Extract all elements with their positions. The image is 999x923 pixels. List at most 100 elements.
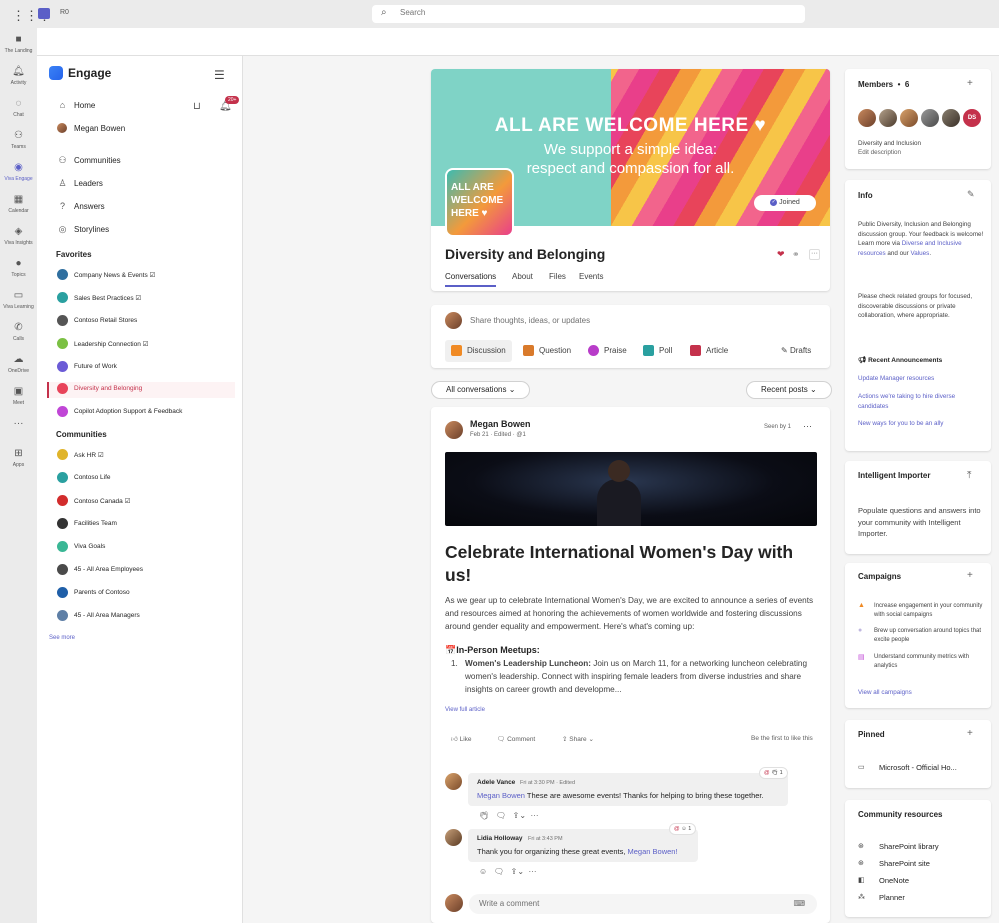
nav-leaders[interactable]: ♙ Leaders [49,177,235,193]
tab-conversations[interactable]: Conversations [445,272,497,287]
more-options-icon[interactable]: ··· [803,421,812,431]
rail-item-topics[interactable]: ● Topics [0,258,37,278]
reply-icon[interactable]: 🗨︎ [496,811,506,820]
pinned-item[interactable]: ▭ Microsoft - Official Ho... [858,763,986,773]
avatar[interactable] [858,109,876,127]
values-link[interactable]: Values [911,250,930,257]
nav-storylines[interactable]: ◎ Storylines [49,223,235,239]
joined-button[interactable]: ✓ Joined [754,195,816,211]
announcement-link[interactable]: Actions we're taking to hire diverse can… [858,392,986,411]
composer-input[interactable]: Share thoughts, ideas, or updates [470,316,590,325]
tab-about[interactable]: About [512,272,533,281]
comment-author[interactable]: Lidia Holloway [477,835,523,842]
edit-description-link[interactable]: Edit description [858,148,986,158]
resource-item[interactable]: ◧ OneNote [858,876,986,886]
community-item[interactable]: Ask HR ☑ [49,448,235,464]
format-icon[interactable]: ⌨ [793,894,805,914]
rail-item-chat[interactable]: ◌ Chat [0,98,37,118]
rail-item-calendar[interactable]: ▦ Calendar [0,194,37,214]
see-more-link[interactable]: See more [49,635,75,641]
more-options-icon[interactable]: ··· [529,867,537,876]
rail-item-meet[interactable]: ▣ Meet [0,386,37,406]
announcement-link[interactable]: Update Manager resources [858,374,986,384]
rail-item-more[interactable]: ··· [0,418,37,430]
comment-actions[interactable]: ☺ 🗨︎ ⇪⌄ ··· [479,867,537,876]
community-item[interactable]: Contoso Life [49,471,235,487]
upload-icon[interactable]: ⤒ [967,470,971,481]
avatar[interactable] [921,109,939,127]
avatar[interactable] [445,421,463,439]
rail-item-teams[interactable]: ⚇ Teams [0,130,37,150]
comment-author[interactable]: Adele Vance [477,779,515,786]
rail-item-calls[interactable]: ✆ Calls [0,322,37,342]
conversation-filter-dropdown[interactable]: All conversations ⌄ [431,381,531,399]
favorite-item-active[interactable]: Diversity and Belonging [47,382,235,398]
praise-button[interactable]: Praise [588,340,627,362]
community-item[interactable]: Contoso Canada ☑ [49,494,235,510]
search-box[interactable]: ⌕ [372,5,805,23]
reaction-summary[interactable]: @ ☺ 1 [669,823,697,835]
rail-item-onedrive[interactable]: ☁ OneDrive [0,354,37,374]
sort-dropdown[interactable]: Recent posts ⌄ [746,381,832,399]
favorite-item[interactable]: Leadership Connection ☑ [49,337,235,353]
poll-button[interactable]: Poll [643,340,672,362]
reaction-icon[interactable]: 👏︎ [479,811,489,820]
comment-button[interactable]: 🗨︎ Comment [497,735,535,743]
edit-icon[interactable]: ✎ [967,189,975,200]
reaction-summary[interactable]: @ 👏︎ 1 [759,767,788,779]
rail-item-apps[interactable]: ⊞ Apps [0,448,37,468]
tab-files[interactable]: Files [549,272,566,281]
more-options-icon[interactable]: ··· [809,249,820,260]
announcement-link[interactable]: New ways for you to be an ally [858,419,986,429]
post-author[interactable]: Megan Bowen [470,419,531,429]
avatar[interactable] [445,773,462,790]
nav-communities[interactable]: ⚇ Communities [49,154,235,170]
drafts-button[interactable]: ✎ Drafts [781,340,811,362]
share-icon[interactable]: ⇪⌄ [511,867,524,876]
write-comment-input[interactable]: Write a comment ⌨ [469,894,817,914]
rail-item-viva-engage[interactable]: ◉ Viva Engage [0,162,37,182]
add-campaign-icon[interactable]: + [967,570,973,581]
search-input[interactable] [400,8,780,17]
share-icon[interactable]: ⇪⌄ [513,811,526,820]
link-icon[interactable]: ⚭ [792,249,800,260]
add-member-icon[interactable]: + [967,78,973,89]
menu-icon[interactable]: ☰ [214,68,225,82]
rail-item-activity[interactable]: 🔔︎ Activity [0,66,37,86]
community-item[interactable]: Parents of Contoso [49,586,235,602]
favorite-item[interactable]: Sales Best Practices ☑ [49,291,235,307]
nav-profile[interactable]: Megan Bowen [49,122,235,138]
resource-item[interactable]: ⊛ SharePoint site [858,859,986,869]
avatar[interactable] [445,829,462,846]
add-pin-icon[interactable]: + [967,728,973,739]
comment-actions[interactable]: 👏︎ 🗨︎ ⇪⌄ ··· [479,811,539,820]
share-button[interactable]: ⇪ Share ⌄ [562,735,594,743]
community-item[interactable]: Viva Goals [49,540,235,556]
nav-home[interactable]: ⌂ Home [49,99,235,115]
article-button[interactable]: Article [690,340,728,362]
rail-item-viva-insights[interactable]: ◈ Viva Insights [0,226,37,246]
tab-events[interactable]: Events [579,272,603,281]
smile-icon[interactable]: ☺ [479,867,487,876]
heart-icon[interactable]: ❤ [777,249,785,260]
like-button[interactable]: 👍︎ Like [451,735,472,743]
favorite-item[interactable]: Copilot Adoption Support & Feedback [49,405,235,421]
avatar[interactable] [942,109,960,127]
view-all-campaigns-link[interactable]: View all campaigns [858,688,986,698]
resource-item[interactable]: ⁂ Planner [858,893,986,903]
reply-icon[interactable]: 🗨︎ [494,867,504,876]
community-item[interactable]: Facilities Team [49,517,235,533]
more-options-icon[interactable]: ··· [531,811,539,820]
view-full-article-link[interactable]: View full article [445,707,485,713]
discussion-button[interactable]: Discussion [445,340,512,362]
question-button[interactable]: Question [523,340,571,362]
nav-answers[interactable]: ? Answers [49,200,235,216]
rail-item-viva-learning[interactable]: ▭ Viva Learning [0,290,37,310]
avatar[interactable] [900,109,918,127]
favorite-item[interactable]: Contoso Retail Stores [49,314,235,330]
avatar[interactable] [879,109,897,127]
favorite-item[interactable]: Company News & Events ☑ [49,268,235,284]
avatar[interactable]: DS [963,109,981,127]
community-item[interactable]: 45 - All Area Managers [49,609,235,625]
resource-item[interactable]: ⊛ SharePoint library [858,842,986,852]
